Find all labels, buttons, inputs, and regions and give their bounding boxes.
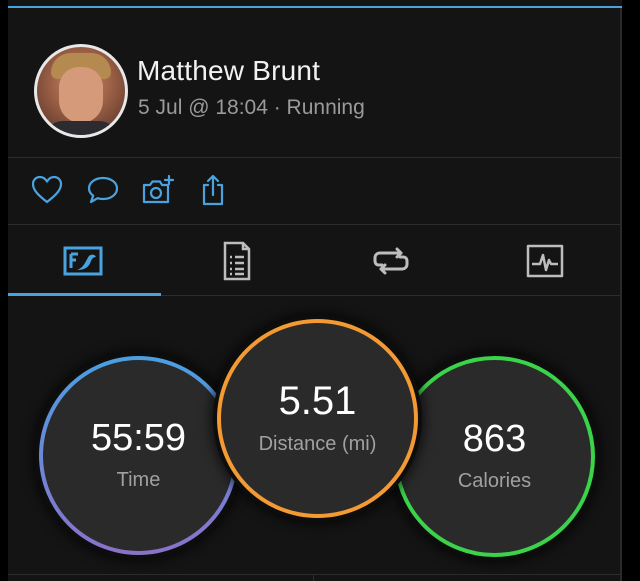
top-accent-bar	[8, 6, 622, 8]
distance-value: 5.51	[278, 379, 357, 423]
details-icon	[223, 241, 251, 281]
tab-summary[interactable]	[8, 226, 158, 296]
header-divider	[8, 157, 620, 158]
user-name[interactable]: Matthew Brunt	[137, 55, 320, 87]
add-photo-icon	[142, 174, 175, 204]
tab-details[interactable]	[162, 226, 312, 296]
actions-divider	[8, 224, 620, 225]
calories-value: 863	[462, 418, 527, 460]
stat-time: 55:59 Time	[39, 356, 238, 555]
like-button[interactable]	[29, 172, 65, 208]
tab-charts[interactable]	[470, 226, 620, 296]
heart-icon	[31, 175, 63, 204]
bottom-divider	[8, 574, 620, 575]
laps-icon	[373, 247, 409, 275]
tabs-divider	[161, 295, 620, 296]
tab-laps[interactable]	[316, 226, 466, 296]
summary-icon	[63, 246, 103, 276]
comment-button[interactable]	[85, 172, 121, 208]
distance-label: Distance (mi)	[258, 433, 377, 455]
avatar[interactable]	[34, 44, 128, 138]
calories-label: Calories	[457, 470, 532, 492]
time-label: Time	[116, 469, 161, 491]
frame-edge	[620, 8, 622, 581]
bottom-divider-tick	[313, 574, 314, 581]
avatar-face	[59, 67, 103, 123]
stat-distance: 5.51 Distance (mi)	[217, 319, 418, 518]
share-icon	[202, 174, 224, 206]
stat-calories: 863 Calories	[394, 356, 595, 557]
charts-icon	[526, 244, 564, 278]
comment-icon	[87, 176, 119, 204]
tab-selected-indicator	[8, 293, 161, 296]
add-photo-button[interactable]	[140, 172, 176, 208]
activity-meta: 5 Jul @ 18:04 · Running	[138, 96, 365, 119]
time-value: 55:59	[90, 417, 187, 459]
share-button[interactable]	[195, 172, 231, 208]
